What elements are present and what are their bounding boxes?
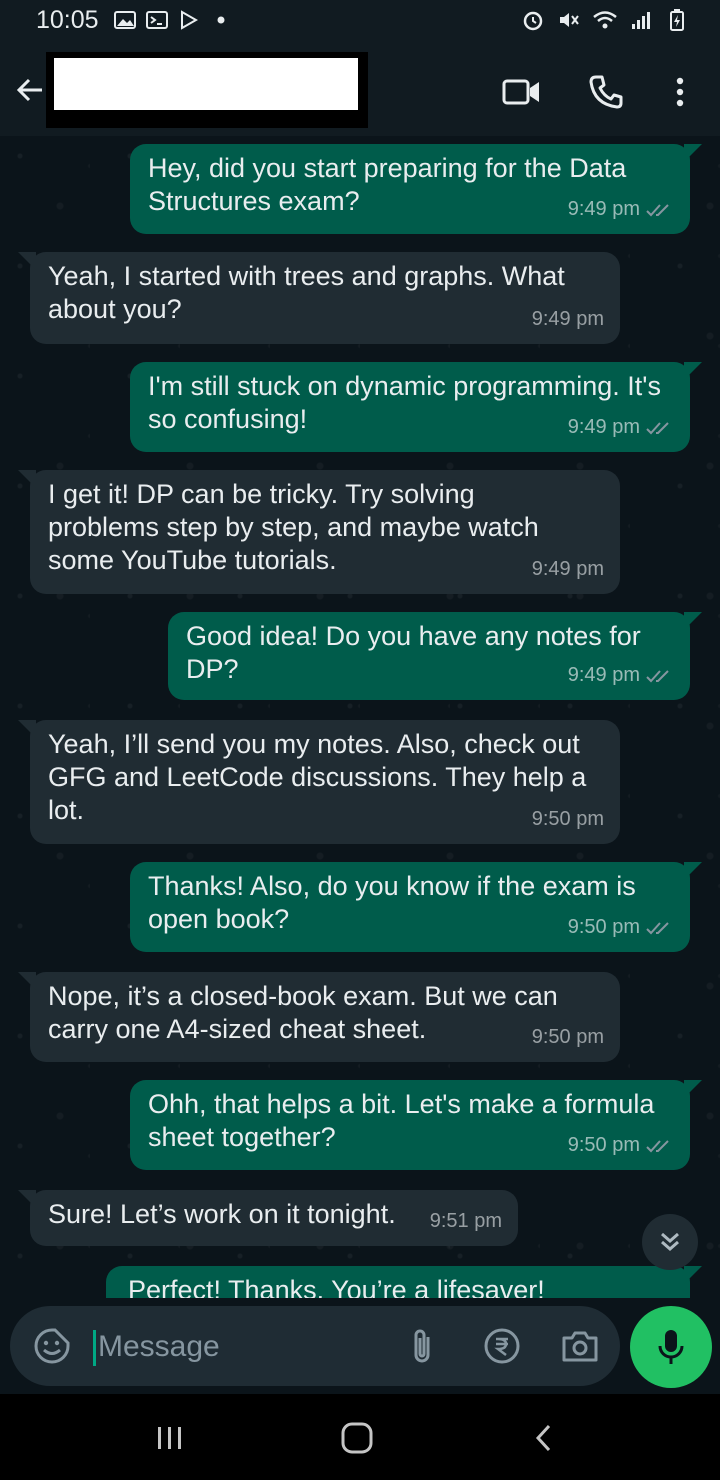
home-button[interactable] <box>327 1416 387 1460</box>
message-incoming[interactable]: Yeah, I’ll send you my notes. Also, chec… <box>18 720 620 844</box>
message-outgoing[interactable]: Perfect! Thanks. You’re a lifesaver! <box>106 1266 702 1298</box>
message-time: 9:51 pm <box>429 1210 502 1232</box>
phone-icon <box>589 75 623 109</box>
composer <box>0 1298 720 1394</box>
message-time: 9:49 pm <box>567 416 640 438</box>
message-meta: 9:50 pm <box>532 803 604 836</box>
message-meta: 9:49 pm <box>568 193 674 226</box>
camera-icon <box>562 1331 598 1362</box>
video-camera-icon <box>502 79 539 105</box>
alarm-icon <box>520 8 546 32</box>
message-meta: 9:49 pm <box>568 659 674 692</box>
message-text: Yeah, I’ll send you my notes. Also, chec… <box>48 729 587 825</box>
message-time: 9:49 pm <box>531 308 604 330</box>
double-chevron-down-icon <box>661 1232 679 1251</box>
double-check-icon <box>646 669 669 682</box>
message-meta: 9:51 pm <box>430 1205 502 1238</box>
signal-icon <box>628 8 654 32</box>
voice-call-button[interactable] <box>582 68 630 116</box>
message-time: 9:49 pm <box>531 558 604 580</box>
message-meta: 9:49 pm <box>568 411 674 444</box>
message-time: 9:50 pm <box>567 916 640 938</box>
contact-name <box>54 58 358 110</box>
video-call-button[interactable] <box>498 68 546 116</box>
system-icons <box>520 8 690 32</box>
status-bar: 10:05 <box>0 0 720 44</box>
message-meta: 9:49 pm <box>532 303 604 336</box>
rupee-icon <box>484 1328 520 1364</box>
arrow-left-icon <box>16 78 42 102</box>
message-text: Perfect! Thanks. You’re a lifesaver! <box>128 1275 545 1298</box>
message-outgoing[interactable]: I'm still stuck on dynamic programming. … <box>130 362 702 452</box>
message-time: 9:49 pm <box>567 664 640 686</box>
message-outgoing[interactable]: Ohh, that helps a bit. Let's make a form… <box>130 1080 702 1170</box>
camera-button[interactable] <box>560 1326 600 1366</box>
message-list[interactable]: Hey, did you start preparing for the Dat… <box>0 136 720 1298</box>
status-time: 10:05 <box>36 6 99 34</box>
double-check-icon <box>646 203 669 216</box>
message-text: I get it! DP can be tricky. Try solving … <box>48 479 539 575</box>
message-time: 9:49 pm <box>567 198 640 220</box>
message-meta: 9:50 pm <box>568 1129 674 1162</box>
notification-icons <box>112 8 234 32</box>
payment-button[interactable] <box>482 1326 522 1366</box>
message-incoming[interactable]: I get it! DP can be tricky. Try solving … <box>18 470 620 594</box>
message-outgoing[interactable]: Thanks! Also, do you know if the exam is… <box>130 862 702 952</box>
message-time: 9:50 pm <box>531 1026 604 1048</box>
system-navigation-bar <box>0 1394 720 1480</box>
voice-message-button[interactable] <box>630 1306 712 1388</box>
message-outgoing[interactable]: Hey, did you start preparing for the Dat… <box>130 144 702 234</box>
message-text: Sure! Let’s work on it tonight. <box>48 1199 396 1229</box>
mute-icon <box>556 8 582 32</box>
recents-button[interactable] <box>140 1416 200 1460</box>
chevron-left-icon <box>535 1424 551 1452</box>
message-text: Nope, it’s a closed-book exam. But we ca… <box>48 981 558 1044</box>
double-check-icon <box>646 1139 669 1152</box>
terminal-icon <box>144 8 170 32</box>
message-input[interactable] <box>96 1322 400 1372</box>
home-icon <box>341 1422 373 1454</box>
message-incoming[interactable]: Sure! Let’s work on it tonight. 9:51 pm <box>18 1190 518 1246</box>
message-incoming[interactable]: Nope, it’s a closed-book exam. But we ca… <box>18 972 620 1062</box>
message-time: 9:50 pm <box>567 1134 640 1156</box>
more-vertical-icon <box>676 77 684 107</box>
microphone-icon <box>658 1330 684 1364</box>
battery-icon <box>664 8 690 32</box>
gallery-icon <box>112 8 138 32</box>
message-text: Yeah, I started with trees and graphs. W… <box>48 261 565 324</box>
recents-icon <box>158 1427 181 1449</box>
scroll-to-bottom-button[interactable] <box>642 1214 698 1270</box>
message-meta: 9:49 pm <box>532 553 604 586</box>
message-incoming[interactable]: Yeah, I started with trees and graphs. W… <box>18 252 620 344</box>
contact-name-redacted[interactable] <box>46 52 368 128</box>
double-check-icon <box>646 421 669 434</box>
attach-button[interactable] <box>402 1326 442 1366</box>
back-nav-button[interactable] <box>514 1416 574 1460</box>
message-meta: 9:50 pm <box>532 1021 604 1054</box>
emoji-button[interactable] <box>32 1326 72 1366</box>
double-check-icon <box>646 921 669 934</box>
chat-header <box>0 44 720 136</box>
message-outgoing[interactable]: Good idea! Do you have any notes for DP?… <box>168 612 702 700</box>
message-meta: 9:50 pm <box>568 911 674 944</box>
menu-button[interactable] <box>656 68 704 116</box>
dot-icon <box>208 8 234 32</box>
play-store-icon <box>176 8 202 32</box>
wifi-icon <box>592 8 618 32</box>
message-time: 9:50 pm <box>531 808 604 830</box>
paperclip-icon <box>414 1329 430 1363</box>
message-input-container <box>10 1306 620 1386</box>
sticker-emoji-icon <box>34 1328 70 1364</box>
